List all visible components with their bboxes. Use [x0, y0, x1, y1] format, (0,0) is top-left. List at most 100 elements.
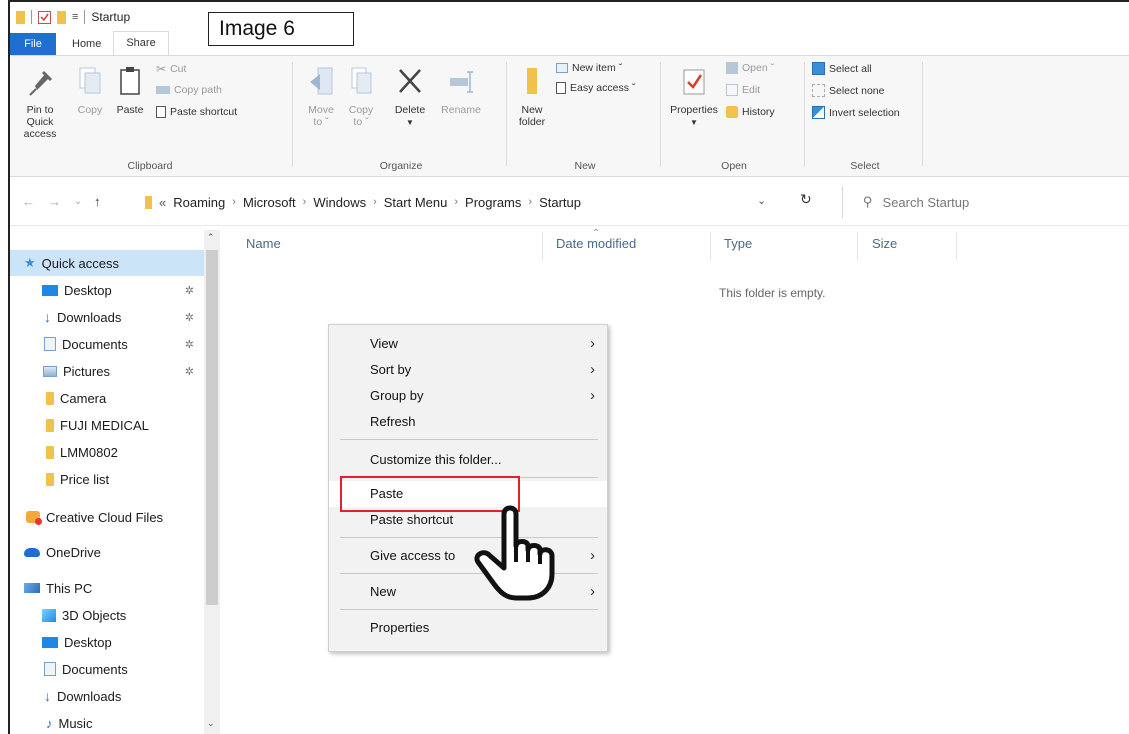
menu-item-sort-by[interactable]: Sort by ›: [329, 357, 607, 383]
search-box[interactable]: ⚲ Search Startup: [842, 186, 1129, 218]
menu-item-customize-folder[interactable]: Customize this folder...: [329, 447, 607, 473]
breadcrumb-windows[interactable]: Windows: [313, 195, 366, 210]
edit-button[interactable]: Edit: [726, 84, 760, 96]
nav-item-documents[interactable]: Documents ✲: [10, 331, 204, 357]
nav-item-creative-cloud-files[interactable]: Creative Cloud Files: [10, 504, 204, 530]
address-dropdown-icon[interactable]: ⌄: [757, 194, 766, 207]
nav-item-downloads-pc[interactable]: ↓ Downloads: [10, 683, 204, 709]
paste-button[interactable]: Paste: [112, 64, 148, 116]
pin-icon[interactable]: ✲: [185, 338, 194, 351]
nav-item-camera[interactable]: Camera: [10, 385, 204, 411]
pin-to-quick-access-button[interactable]: Pin to Quick access: [12, 64, 68, 140]
properties-quick-icon[interactable]: [38, 10, 51, 24]
nav-item-desktop-pc[interactable]: Desktop: [10, 629, 204, 655]
move-to-icon: [310, 67, 333, 95]
menu-item-properties[interactable]: Properties: [329, 615, 607, 641]
overflow-chevron-icon[interactable]: «: [159, 195, 166, 210]
nav-item-fuji-medical[interactable]: FUJI MEDICAL: [10, 412, 204, 438]
open-button[interactable]: Open ˇ: [726, 62, 774, 74]
ribbon-tabs: File Home Share: [10, 31, 1129, 56]
nav-item-onedrive[interactable]: OneDrive: [10, 539, 204, 565]
nav-item-quick-access[interactable]: ★ Quick access: [10, 250, 204, 276]
column-divider[interactable]: [956, 232, 957, 260]
properties-dropdown-icon: ▼: [690, 118, 698, 127]
breadcrumb-start-menu[interactable]: Start Menu: [384, 195, 448, 210]
copy-to-button[interactable]: Copy to ˇ: [344, 64, 378, 128]
new-item-button[interactable]: New item ˇ: [556, 62, 622, 74]
new-folder-quick-icon[interactable]: [57, 10, 66, 24]
forward-arrow-icon[interactable]: →: [48, 194, 61, 209]
select-none-button[interactable]: Select none: [812, 84, 884, 97]
column-divider[interactable]: [710, 232, 711, 260]
scroll-down-icon[interactable]: ⌄: [207, 718, 215, 729]
address-bar[interactable]: « Roaming › Microsoft › Windows › Start …: [145, 186, 845, 218]
tab-file[interactable]: File: [10, 33, 56, 55]
pin-icon[interactable]: ✲: [185, 365, 194, 378]
breadcrumb-chevron-icon[interactable]: ›: [454, 196, 458, 208]
history-button[interactable]: History: [726, 106, 775, 118]
breadcrumb-roaming[interactable]: Roaming: [173, 195, 225, 210]
nav-scrollbar[interactable]: ⌃ ⌄: [204, 230, 220, 734]
scroll-up-icon[interactable]: ⌃: [207, 232, 215, 243]
column-header-type[interactable]: Type: [724, 236, 752, 251]
nav-item-lmm0802[interactable]: LMM0802: [10, 439, 204, 465]
refresh-icon[interactable]: ↻: [800, 191, 812, 208]
nav-item-music[interactable]: ♪ Music: [10, 710, 204, 734]
menu-item-view[interactable]: View ›: [329, 331, 607, 357]
nav-item-pictures[interactable]: Pictures ✲: [10, 358, 204, 384]
open-group-label: Open: [721, 160, 747, 172]
nav-item-this-pc[interactable]: This PC: [10, 575, 204, 601]
back-arrow-icon[interactable]: ←: [22, 194, 35, 209]
breadcrumb-startup[interactable]: Startup: [539, 195, 581, 210]
breadcrumb-microsoft[interactable]: Microsoft: [243, 195, 296, 210]
breadcrumb-chevron-icon[interactable]: ›: [373, 196, 377, 208]
paste-shortcut-button[interactable]: Paste shortcut: [156, 106, 237, 118]
nav-item-label: 3D Objects: [62, 607, 127, 623]
pin-icon[interactable]: ✲: [185, 284, 194, 297]
desktop-icon: [42, 636, 58, 648]
customize-toolbar-icon[interactable]: ≡: [72, 11, 78, 23]
tab-home[interactable]: Home: [56, 33, 113, 55]
properties-label: Properties: [670, 104, 718, 116]
nav-item-3d-objects[interactable]: 3D Objects: [10, 602, 204, 628]
new-folder-button[interactable]: New folder: [514, 64, 550, 128]
column-divider[interactable]: [542, 232, 543, 260]
column-header-name[interactable]: Name: [246, 236, 281, 251]
title-bar: ≡ Startup: [10, 2, 1129, 32]
delete-button[interactable]: Delete ▼: [388, 64, 432, 129]
properties-button[interactable]: Properties ▼: [668, 64, 720, 129]
breadcrumb-chevron-icon[interactable]: ›: [303, 196, 307, 208]
select-all-button[interactable]: Select all: [812, 62, 872, 75]
invert-selection-button[interactable]: Invert selection: [812, 106, 900, 119]
nav-item-desktop[interactable]: Desktop ✲: [10, 277, 204, 303]
pin-icon[interactable]: ✲: [185, 311, 194, 324]
column-header-size[interactable]: Size: [872, 236, 897, 251]
submenu-chevron-icon: ›: [590, 387, 595, 404]
nav-item-price-list[interactable]: Price list: [10, 466, 204, 492]
select-all-icon: [812, 62, 825, 75]
rename-button[interactable]: Rename: [436, 64, 486, 116]
menu-item-group-by[interactable]: Group by ›: [329, 383, 607, 409]
search-input[interactable]: Search Startup: [883, 195, 970, 210]
submenu-chevron-icon: ›: [590, 361, 595, 378]
move-to-button[interactable]: Move to ˇ: [304, 64, 338, 128]
up-arrow-icon[interactable]: ↑: [94, 194, 101, 209]
column-header-date-modified[interactable]: Date modified: [556, 236, 636, 251]
nav-item-downloads[interactable]: ↓ Downloads ✲: [10, 304, 204, 330]
nav-item-documents-pc[interactable]: Documents: [10, 656, 204, 682]
copy-button[interactable]: Copy: [72, 64, 108, 116]
scrollbar-thumb[interactable]: [206, 250, 218, 605]
easy-access-button[interactable]: Easy access ˇ: [556, 82, 635, 94]
breadcrumb-chevron-icon[interactable]: ›: [232, 196, 236, 208]
copy-path-button[interactable]: Copy path: [156, 84, 222, 96]
nav-item-label: Creative Cloud Files: [46, 509, 164, 525]
menu-item-refresh[interactable]: Refresh: [329, 409, 607, 435]
column-divider[interactable]: [857, 232, 858, 260]
cut-button[interactable]: ✂ Cut: [156, 62, 186, 76]
recent-locations-chevron-icon[interactable]: ⌄: [74, 196, 82, 207]
tab-share[interactable]: Share: [113, 31, 169, 55]
breadcrumb-programs[interactable]: Programs: [465, 195, 521, 210]
breadcrumb-chevron-icon[interactable]: ›: [528, 196, 532, 208]
window-title: Startup: [91, 10, 131, 24]
invert-selection-label: Invert selection: [829, 106, 900, 119]
